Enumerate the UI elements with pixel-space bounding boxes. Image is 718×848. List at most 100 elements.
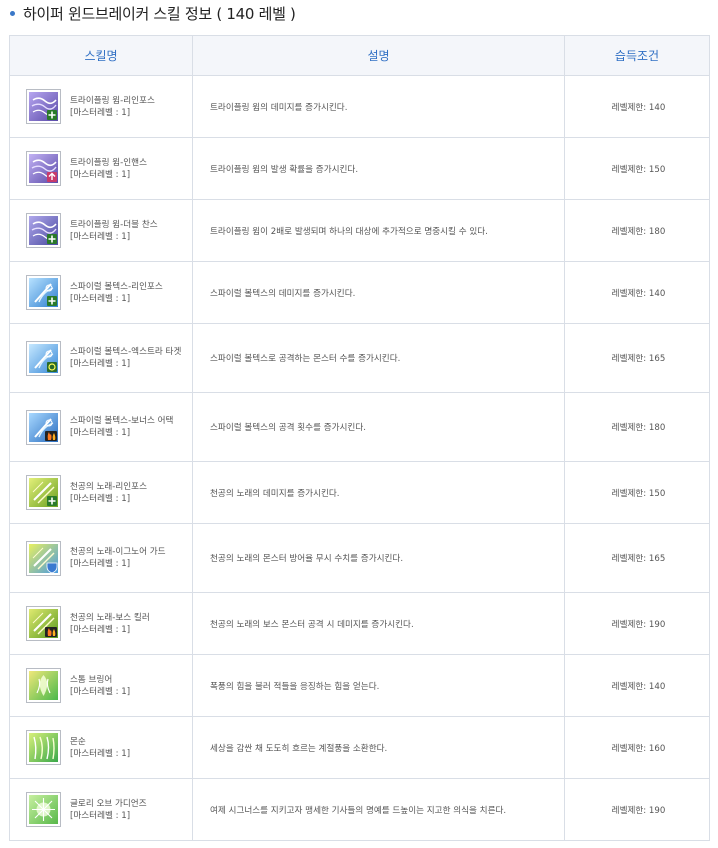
skill-name: 천공의 노래-이그노어 가드: [70, 547, 166, 557]
skill-cell: 천공의 노래-이그노어 가드 [마스터레벨 : 1]: [9, 523, 193, 593]
skill-condition: 레벨제한: 165: [564, 323, 710, 393]
table-row: 천공의 노래-리인포스 [마스터레벨 : 1] 천공의 노래의 데미지를 증가시킨다…: [9, 461, 710, 524]
table-row: 천공의 노래-이그노어 가드 [마스터레벨 : 1] 천공의 노래의 몬스터 방어율…: [9, 523, 710, 593]
page-title: 하이퍼 윈드브레이커 스킬 정보 ( 140 레벨 ): [23, 4, 296, 23]
skill-info: 스파이럴 볼텍스-보너스 어택 [마스터레벨 : 1]: [26, 409, 192, 445]
page-header: 하이퍼 윈드브레이커 스킬 정보 ( 140 레벨 ): [8, 3, 296, 23]
skill-cell: 트라이플링 윔-더블 찬스 [마스터레벨 : 1]: [9, 199, 193, 262]
skill-cell: 스파이럴 볼텍스-리인포스 [마스터레벨 : 1]: [9, 261, 193, 324]
triflingwhim-doublechance-icon: [26, 213, 61, 248]
table-row: 천공의 노래-보스 킬러 [마스터레벨 : 1] 천공의 노래의 보스 몬스터 공격…: [9, 592, 710, 655]
skill-condition: 레벨제한: 165: [564, 523, 710, 593]
skill-description: 트라이플링 윔의 데미지를 증가시킨다.: [192, 75, 565, 138]
skill-info: 트라이플링 윔-인핸스 [마스터레벨 : 1]: [26, 151, 192, 186]
spiralvortex-extratarget-icon: [26, 340, 61, 376]
skill-text: 스톰 브링어 [마스터레벨 : 1]: [70, 674, 182, 698]
skill-text: 몬순 [마스터레벨 : 1]: [70, 736, 182, 760]
skill-condition: 레벨제한: 150: [564, 137, 710, 200]
skill-text: 트라이플링 윔-리인포스 [마스터레벨 : 1]: [70, 95, 182, 119]
skill-info: 트라이플링 윔-리인포스 [마스터레벨 : 1]: [26, 89, 192, 124]
skill-condition: 레벨제한: 180: [564, 199, 710, 262]
skill-info: 스파이럴 볼텍스-엑스트라 타겟 [마스터레벨 : 1]: [26, 340, 192, 376]
skill-info: 트라이플링 윔-더블 찬스 [마스터레벨 : 1]: [26, 213, 192, 248]
skill-condition: 레벨제한: 140: [564, 261, 710, 324]
skill-cell: 트라이플링 윔-인핸스 [마스터레벨 : 1]: [9, 137, 193, 200]
skill-master-level: [마스터레벨 : 1]: [70, 231, 131, 242]
skill-name: 스파이럴 볼텍스-리인포스: [70, 281, 163, 292]
skill-name: 스파이럴 볼텍스-보너스 어택: [70, 416, 174, 426]
skill-description: 천공의 노래의 몬스터 방어율 무시 수치를 증가시킨다.: [192, 523, 565, 593]
skill-info: 천공의 노래-리인포스 [마스터레벨 : 1]: [26, 475, 192, 510]
skill-master-level: [마스터레벨 : 1]: [70, 748, 131, 759]
skill-name: 트라이플링 윔-인핸스: [70, 157, 147, 168]
skill-description: 트라이플링 윔이 2배로 발생되며 하나의 대상에 추가적으로 명중시킬 수 있…: [192, 199, 565, 262]
skill-text: 트라이플링 윔-더블 찬스 [마스터레벨 : 1]: [70, 219, 182, 243]
table-row: 스파이럴 볼텍스-보너스 어택 [마스터레벨 : 1] 스파이럴 볼텍스의 공격 횟…: [9, 392, 710, 462]
skill-name: 트라이플링 윔-리인포스: [70, 95, 155, 106]
skill-info: 몬순 [마스터레벨 : 1]: [26, 730, 192, 765]
table-row: 스파이럴 볼텍스-리인포스 [마스터레벨 : 1] 스파이럴 볼텍스의 데미지를 증…: [9, 261, 710, 324]
songofheaven-ignoreguard-icon: [26, 540, 61, 576]
skill-master-level: [마스터레벨 : 1]: [70, 169, 131, 180]
gloryofguardians-icon: [26, 792, 61, 827]
spiralvortex-reinforce-icon: [26, 275, 61, 310]
skill-name: 글로리 오브 가디언즈: [70, 798, 147, 809]
spiralvortex-bonusattack-icon: [26, 409, 61, 445]
skill-description: 천공의 노래의 데미지를 증가시킨다.: [192, 461, 565, 524]
songofheaven-reinforce-icon: [26, 475, 61, 510]
skill-name: 몬순: [70, 736, 86, 747]
skill-info: 스파이럴 볼텍스-리인포스 [마스터레벨 : 1]: [26, 275, 192, 310]
skill-text: 트라이플링 윔-인핸스 [마스터레벨 : 1]: [70, 157, 182, 181]
table-header-row: 스킬명 설명 습득조건: [9, 35, 710, 76]
skill-master-level: [마스터레벨 : 1]: [70, 293, 131, 304]
header-description: 설명: [192, 35, 565, 76]
triflingwhim-reinforce-icon: [26, 89, 61, 124]
skill-cell: 트라이플링 윔-리인포스 [마스터레벨 : 1]: [9, 75, 193, 138]
skill-text: 천공의 노래-리인포스 [마스터레벨 : 1]: [70, 481, 182, 505]
skill-text: 스파이럴 볼텍스-리인포스 [마스터레벨 : 1]: [70, 281, 182, 305]
skill-description: 트라이플링 윔의 발생 확률을 증가시킨다.: [192, 137, 565, 200]
skill-condition: 레벨제한: 150: [564, 461, 710, 524]
skill-info: 스톰 브링어 [마스터레벨 : 1]: [26, 668, 192, 703]
skill-text: 천공의 노래-보스 킬러 [마스터레벨 : 1]: [70, 612, 182, 636]
skill-info: 천공의 노래-보스 킬러 [마스터레벨 : 1]: [26, 606, 192, 641]
skill-master-level: [마스터레벨 : 1]: [70, 810, 131, 821]
skill-master-level: [마스터레벨 : 1]: [70, 107, 131, 118]
skill-cell: 천공의 노래-리인포스 [마스터레벨 : 1]: [9, 461, 193, 524]
skill-cell: 스파이럴 볼텍스-보너스 어택 [마스터레벨 : 1]: [9, 392, 193, 462]
skill-description: 세상을 감싼 채 도도히 흐르는 계절풍을 소환한다.: [192, 716, 565, 779]
skill-master-level: [마스터레벨 : 1]: [70, 493, 131, 504]
skill-description: 천공의 노래의 보스 몬스터 공격 시 데미지를 증가시킨다.: [192, 592, 565, 655]
skill-name: 천공의 노래-보스 킬러: [70, 612, 150, 623]
table-row: 글로리 오브 가디언즈 [마스터레벨 : 1] 여제 시그너스를 지키고자 맹세한 …: [9, 778, 710, 841]
skill-description: 스파이럴 볼텍스의 데미지를 증가시킨다.: [192, 261, 565, 324]
skill-text: 글로리 오브 가디언즈 [마스터레벨 : 1]: [70, 798, 182, 822]
stormbringer-icon: [26, 668, 61, 703]
skill-info: 천공의 노래-이그노어 가드 [마스터레벨 : 1]: [26, 540, 192, 576]
skill-cell: 스톰 브링어 [마스터레벨 : 1]: [9, 654, 193, 717]
header-condition: 습득조건: [564, 35, 710, 76]
table-row: 스파이럴 볼텍스-엑스트라 타겟 [마스터레벨 : 1] 스파이럴 볼텍스로 공격하…: [9, 323, 710, 393]
skill-condition: 레벨제한: 140: [564, 654, 710, 717]
table-row: 트라이플링 윔-리인포스 [마스터레벨 : 1] 트라이플링 윔의 데미지를 증가시…: [9, 75, 710, 138]
triflingwhim-enhance-icon: [26, 151, 61, 186]
skill-cell: 몬순 [마스터레벨 : 1]: [9, 716, 193, 779]
table-row: 스톰 브링어 [마스터레벨 : 1] 폭풍의 힘을 불러 적들을 응징하는 힘을 얻…: [9, 654, 710, 717]
monsoon-icon: [26, 730, 61, 765]
skill-info: 글로리 오브 가디언즈 [마스터레벨 : 1]: [26, 792, 192, 827]
skill-description: 스파이럴 볼텍스의 공격 횟수를 증가시킨다.: [192, 392, 565, 462]
skill-condition: 레벨제한: 190: [564, 592, 710, 655]
skill-master-level: [마스터레벨 : 1]: [70, 559, 131, 569]
table-row: 트라이플링 윔-인핸스 [마스터레벨 : 1] 트라이플링 윔의 발생 확률을 증가…: [9, 137, 710, 200]
skill-table: 스킬명 설명 습득조건 트라이플링 윔-리인포스 [마스터레벨 : 1] 트라이플링…: [9, 35, 710, 841]
skill-description: 여제 시그너스를 지키고자 맹세한 기사들의 명예를 드높이는 지고한 의식을 …: [192, 778, 565, 841]
skill-text: 천공의 노래-이그노어 가드 [마스터레벨 : 1]: [70, 546, 182, 570]
skill-name: 천공의 노래-리인포스: [70, 481, 147, 492]
skill-description: 폭풍의 힘을 불러 적들을 응징하는 힘을 얻는다.: [192, 654, 565, 717]
skill-cell: 스파이럴 볼텍스-엑스트라 타겟 [마스터레벨 : 1]: [9, 323, 193, 393]
skill-condition: 레벨제한: 190: [564, 778, 710, 841]
skill-cell: 글로리 오브 가디언즈 [마스터레벨 : 1]: [9, 778, 193, 841]
skill-cell: 천공의 노래-보스 킬러 [마스터레벨 : 1]: [9, 592, 193, 655]
skill-condition: 레벨제한: 140: [564, 75, 710, 138]
songofheaven-bosskiller-icon: [26, 606, 61, 641]
